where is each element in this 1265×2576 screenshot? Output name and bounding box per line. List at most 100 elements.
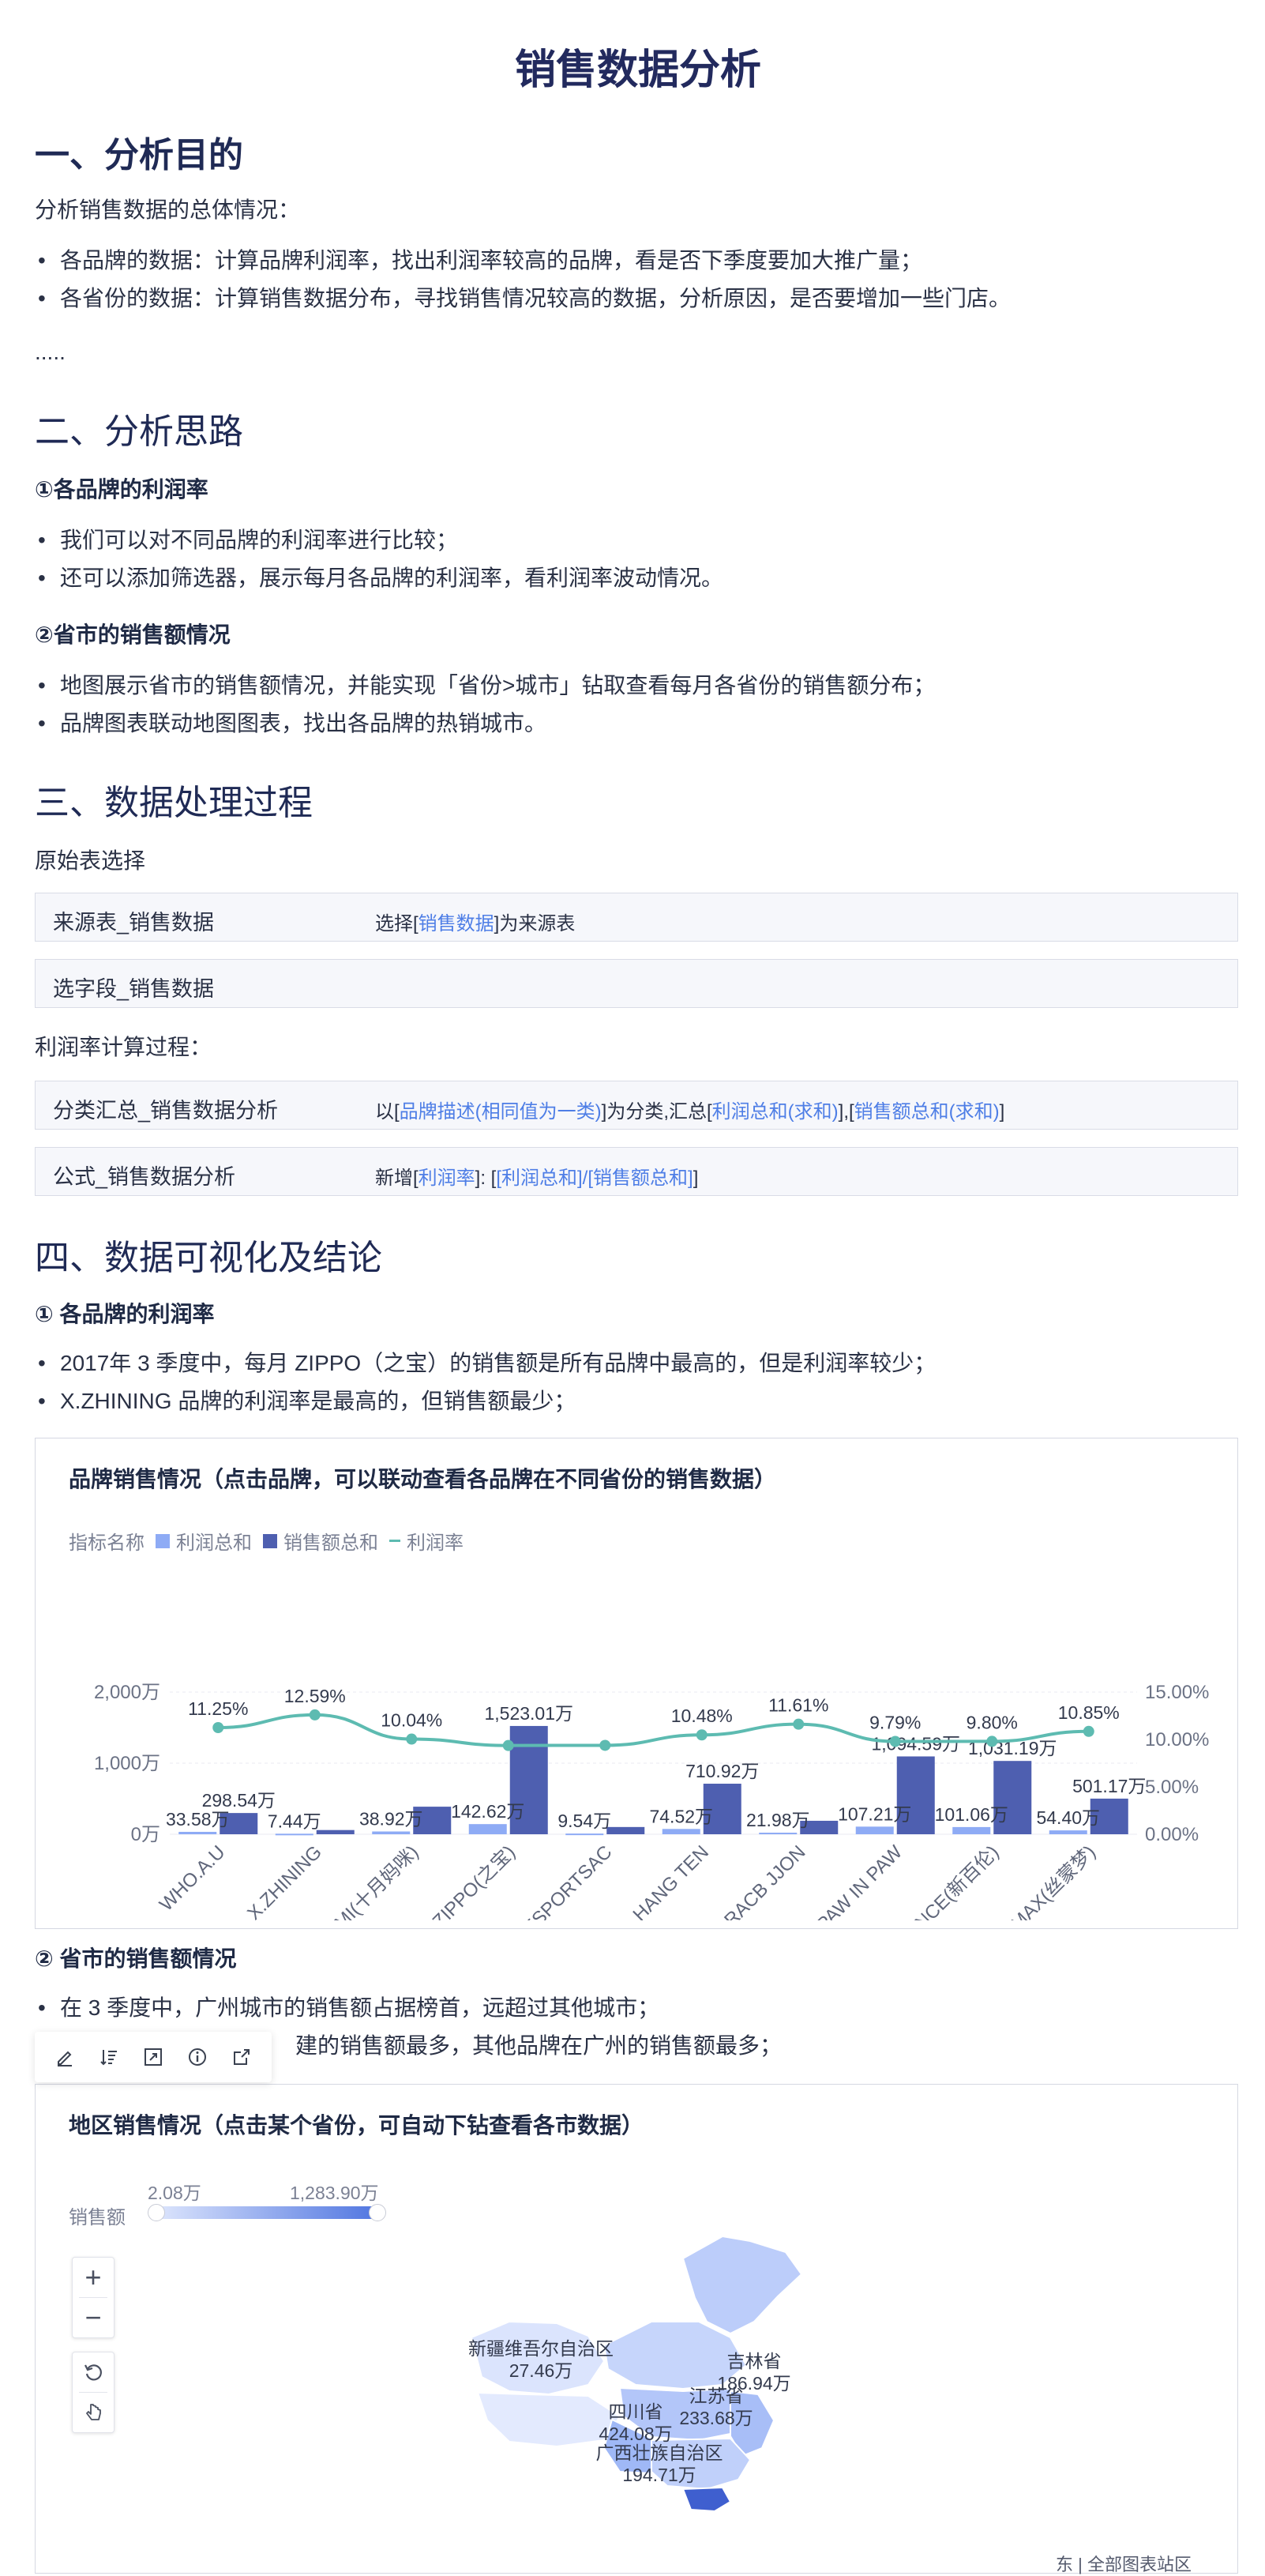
edit-icon[interactable] (51, 2044, 78, 2070)
list-item: 品牌图表联动地图图表，找出各品牌的热销城市。 (35, 705, 935, 743)
bar-profit (855, 1826, 894, 1834)
section-1-heading: 一、分析目的 (35, 136, 243, 175)
bar-profit (565, 1833, 604, 1836)
section-4-sub1: ① 各品牌的利润率 (35, 1302, 215, 1326)
margin-label: 11.61% (768, 1695, 828, 1716)
list-item: X.ZHINING 品牌的利润率是最高的，但销售额最少； (35, 1382, 936, 1420)
section-2-list-1: 我们可以对不同品牌的利润率进行比较； 还可以添加筛选器，展示每月各品牌的利润率，… (35, 521, 723, 597)
map-region-guangdong (681, 2486, 732, 2513)
list-item: 地图展示省市的销售额情况，并能实现「省份>城市」钻取查看每月各省份的销售额分布； (35, 667, 935, 705)
bar-profit (468, 1824, 507, 1834)
bar-profit (662, 1829, 700, 1834)
bar-label-sales: 1,094.59万 (871, 1733, 960, 1754)
x-tick-label: RACB JJON (720, 1841, 809, 1920)
process-step-source[interactable]: 来源表_销售数据 选择[销售数据]为来源表 (35, 893, 1238, 942)
bar-sales (316, 1830, 355, 1834)
raw-table-label: 原始表选择 (35, 848, 146, 873)
process-step-select-fields[interactable]: 选字段_销售数据 (35, 959, 1238, 1008)
bar-profit (759, 1833, 798, 1835)
brand-sales-chart-card[interactable]: 品牌销售情况（点击品牌，可以联动查看各品牌在不同省份的销售数据） 指标名称 利润… (35, 1438, 1238, 1929)
margin-point (793, 1718, 805, 1730)
process-step-desc: 选择[销售数据]为来源表 (375, 913, 576, 935)
margin-point (599, 1739, 611, 1751)
margin-label: 10.48% (671, 1705, 733, 1726)
margin-point (406, 1733, 418, 1745)
map-region-northeast (681, 2235, 803, 2335)
bar-label-profit: 9.54万 (557, 1811, 611, 1831)
list-item: 在 3 季度中，广州城市的销售额占据榜首，远超过其他城市； (35, 1989, 782, 2027)
margin-label: 12.59% (284, 1686, 346, 1706)
margin-point (1083, 1725, 1094, 1737)
region-sales-map-card[interactable]: 地区销售情况（点击某个省份，可自动下钻查看各市数据） 销售额 2.08万 1,2… (35, 2084, 1238, 2574)
margin-label: 9.79% (869, 1713, 921, 1733)
bar-label-sales: 501.17万 (1072, 1776, 1146, 1796)
legend-item-profit[interactable]: 利润总和 (156, 1527, 252, 1555)
section-1-list: 各品牌的数据：计算品牌利润率，找出利润率较高的品牌，看是否下季度要加大推广量； … (35, 242, 1011, 318)
section-2-sub2: ②省市的销售额情况 (35, 622, 231, 647)
bar-label-profit: 33.58万 (166, 1809, 230, 1830)
y-left-tick-label: 0万 (131, 1824, 160, 1845)
margin-point (212, 1722, 224, 1733)
bar-label-sales: 1,523.01万 (484, 1703, 573, 1724)
section-4-heading: 四、数据可视化及结论 (35, 1239, 382, 1277)
bar-label-profit: 142.62万 (451, 1801, 524, 1822)
map-region-label[interactable]: 新疆维吾尔自治区 27.46万 (446, 2337, 636, 2382)
x-tick-label: ZIPPO(之宝) (429, 1841, 520, 1920)
y-left-tick-label: 2,000万 (94, 1682, 160, 1703)
margin-label: 9.80% (967, 1712, 1018, 1732)
china-map[interactable] (36, 2085, 1237, 2571)
info-icon[interactable] (184, 2044, 211, 2070)
process-step-group-sum[interactable]: 分类汇总_销售数据分析 以[品牌描述(相同值为一类)]为分类,汇总[利润总和(求… (35, 1081, 1238, 1130)
legend-title: 指标名称 (69, 1532, 145, 1554)
list-item: 各省份的数据：计算销售数据分布，寻找销售情况较高的数据，分析原因，是否要增加一些… (35, 280, 1011, 318)
brand-sales-chart[interactable]: 0万 1,000万 2,000万 0.00% 5.00% 10.00% 15.00% 33.5… (36, 1557, 1237, 1920)
bar-label-profit: 101.06万 (935, 1804, 1008, 1825)
process-step-desc: 新增[利润率]: [[利润总和]/[销售额总和]] (375, 1168, 699, 1189)
bar-sales (606, 1826, 645, 1834)
section-4-list-1: 2017年 3 季度中，每月 ZIPPO（之宝）的销售额是所有品牌中最高的，但是… (35, 1344, 936, 1420)
section-4-sub2: ② 省市的销售额情况 (35, 1946, 237, 1971)
margin-label: 10.85% (1058, 1702, 1120, 1723)
document-title: 销售数据分析 (514, 47, 761, 93)
export-icon[interactable] (228, 2044, 255, 2070)
list-item: 我们可以对不同品牌的利润率进行比较； (35, 521, 723, 559)
calc-process-label: 利润率计算过程： (35, 1035, 212, 1059)
list-item: 还可以添加筛选器，展示每月各品牌的利润率，看利润率波动情况。 (35, 559, 723, 597)
sort-icon[interactable] (96, 2044, 122, 2070)
bar-label-profit: 38.92万 (359, 1808, 423, 1829)
list-item: 各品牌的数据：计算品牌利润率，找出利润率较高的品牌，看是否下季度要加大推广量； (35, 242, 1011, 280)
bar-label-sales: 298.54万 (202, 1790, 276, 1811)
process-step-name: 公式_销售数据分析 (53, 1165, 236, 1189)
margin-line (218, 1713, 1089, 1747)
expand-icon[interactable] (140, 2044, 167, 2070)
section-2-sub1: ①各品牌的利润率 (35, 477, 208, 502)
bar-label-profit: 54.40万 (1036, 1807, 1100, 1828)
bar-label-sales: 710.92万 (685, 1761, 759, 1781)
legend-item-sales[interactable]: 销售额总和 (263, 1527, 378, 1555)
margin-point (502, 1739, 514, 1751)
margin-label: 10.04% (381, 1710, 442, 1731)
y-right-tick-label: 5.00% (1145, 1777, 1199, 1798)
legend-swatch (263, 1533, 277, 1548)
x-tick-label: HANG TEN (629, 1841, 713, 1920)
bar-profit (1049, 1830, 1087, 1834)
process-step-formula[interactable]: 公式_销售数据分析 新增[利润率]: [[利润总和]/[销售额总和]] (35, 1147, 1238, 1196)
section-1-intro: 分析销售数据的总体情况： (35, 197, 301, 222)
process-step-desc: 以[品牌描述(相同值为一类)]为分类,汇总[利润总和(求和)],[销售额总和(求… (375, 1101, 1005, 1123)
ellipsis-text: ..... (35, 340, 66, 364)
bar-profit (952, 1826, 991, 1834)
x-tick-label: WHO.A.U (156, 1841, 230, 1916)
bar-label-profit: 107.21万 (838, 1803, 911, 1824)
list-item: 2017年 3 季度中，每月 ZIPPO（之宝）的销售额是所有品牌中最高的，但是… (35, 1344, 936, 1382)
legend-item-margin[interactable]: 利润率 (389, 1527, 464, 1555)
bar-label-profit: 74.52万 (649, 1806, 713, 1826)
bar-label-profit: 7.44万 (268, 1811, 321, 1831)
chart-legend: 指标名称 利润总和 销售额总和 利润率 (69, 1527, 464, 1555)
map-region-label[interactable]: 广西壮族自治区 194.71万 (565, 2442, 754, 2486)
process-step-name: 选字段_销售数据 (53, 977, 215, 1001)
bar-profit (178, 1831, 217, 1834)
map-region-label[interactable]: 江苏省 233.68万 (621, 2385, 811, 2429)
margin-point (889, 1736, 901, 1747)
chart-toolbar (35, 2032, 272, 2082)
y-right-tick-label: 0.00% (1145, 1824, 1199, 1845)
